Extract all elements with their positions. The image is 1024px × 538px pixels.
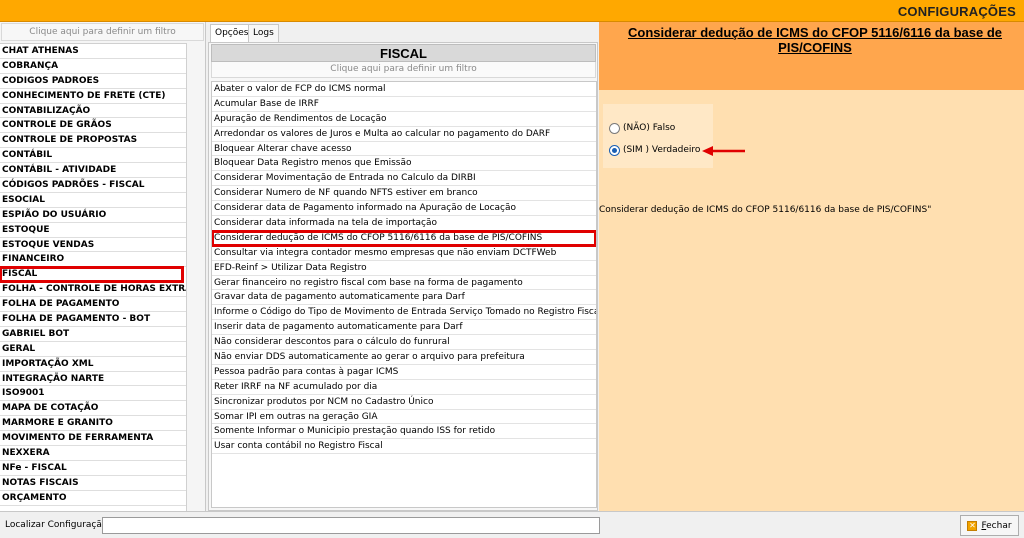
category-item[interactable]: INTEGRAÇÃO NARTE xyxy=(0,372,186,387)
footer-bar: Localizar Configuração: ✕ Fechar xyxy=(0,511,1024,538)
close-icon: ✕ xyxy=(967,520,978,531)
option-item[interactable]: Acumular Base de IRRF xyxy=(212,97,596,112)
detail-title: Considerar dedução de ICMS do CFOP 5116/… xyxy=(627,25,1002,55)
category-item[interactable]: IMPORTAÇÃO XML xyxy=(0,357,186,372)
category-item[interactable]: FOLHA - CONTROLE DE HORAS EXTRAS xyxy=(0,282,186,298)
category-item[interactable]: CONHECIMENTO DE FRETE (CTE) xyxy=(0,89,186,104)
close-button[interactable]: ✕ Fechar xyxy=(960,515,1019,536)
category-item[interactable]: MARMORE E GRANITO xyxy=(0,416,186,432)
option-item[interactable]: Somente Informar o Municipio prestação q… xyxy=(212,424,596,440)
category-item[interactable]: CONTÁBIL xyxy=(0,148,186,164)
option-item[interactable]: Considerar Numero de NF quando NFTS esti… xyxy=(212,186,596,202)
options-panel: FISCAL Clique aqui para definir um filtr… xyxy=(208,42,598,511)
options-filter[interactable]: Clique aqui para definir um filtro xyxy=(211,62,596,78)
option-item[interactable]: Não considerar descontos para o cálculo … xyxy=(212,335,596,351)
option-item[interactable]: Somar IPI em outras na geração GIA xyxy=(212,410,596,425)
option-item[interactable]: Inserir data de pagamento automaticament… xyxy=(212,320,596,336)
category-item[interactable]: CHAT ATHENAS xyxy=(0,44,186,59)
option-item[interactable]: Reter IRRF na NF acumulado por dia xyxy=(212,380,596,395)
radio-true-label: (SIM ) Verdadeiro xyxy=(623,145,701,155)
detail-panel: Considerar dedução de ICMS do CFOP 5116/… xyxy=(599,22,1024,511)
detail-header: Considerar dedução de ICMS do CFOP 5116/… xyxy=(599,22,1024,90)
option-item[interactable]: EFD-Reinf > Utilizar Data Registro xyxy=(212,261,596,276)
category-item[interactable]: ESTOQUE VENDAS xyxy=(0,238,186,253)
radio-false[interactable]: (NÃO) Falso xyxy=(609,121,675,135)
close-button-label: Fechar xyxy=(981,521,1011,531)
category-item[interactable]: MOVIMENTO DE FERRAMENTA xyxy=(0,431,186,447)
option-item[interactable]: Arredondar os valores de Juros e Multa a… xyxy=(212,127,596,142)
option-item[interactable]: Bloquear Alterar chave acesso xyxy=(212,142,596,157)
option-item[interactable]: Pessoa padrão para contas à pagar ICMS xyxy=(212,365,596,380)
category-item[interactable]: FISCAL xyxy=(0,266,184,284)
search-config-input[interactable] xyxy=(102,517,600,534)
category-item[interactable]: CONTROLE DE PROPOSTAS xyxy=(0,133,186,149)
category-item[interactable]: CONTROLE DE GRÃOS xyxy=(0,118,186,134)
search-label: Localizar Configuração: xyxy=(5,520,111,530)
window-title: CONFIGURAÇÕES xyxy=(897,4,1016,19)
category-item[interactable]: FINANCEIRO xyxy=(0,252,186,268)
option-item[interactable]: Considerar dedução de ICMS do CFOP 5116/… xyxy=(212,229,596,247)
option-item[interactable]: Considerar data de Pagamento informado n… xyxy=(212,201,596,217)
category-item[interactable]: FOLHA DE PAGAMENTO xyxy=(0,297,186,313)
category-item[interactable]: ESPIÃO DO USUÁRIO xyxy=(0,208,186,223)
option-item[interactable]: Sincronizar produtos por NCM no Cadastro… xyxy=(212,395,596,410)
option-item[interactable]: Usar conta contábil no Registro Fiscal xyxy=(212,439,596,455)
category-item[interactable]: MAPA DE COTAÇÃO xyxy=(0,401,186,417)
option-item[interactable]: Apuração de Rendimentos de Locação xyxy=(212,112,596,127)
tab-opcoes[interactable]: Opções xyxy=(210,24,254,42)
options-list[interactable]: Abater o valor de FCP do ICMS normal Acum… xyxy=(211,81,597,508)
detail-description: Considerar dedução de ICMS do CFOP 5116/… xyxy=(599,205,932,215)
radio-selected-icon xyxy=(609,144,620,156)
title-bar: CONFIGURAÇÕES xyxy=(0,0,1024,22)
category-item[interactable]: CONTABILIZAÇÃO xyxy=(0,104,186,119)
category-item[interactable]: CONTÁBIL - ATIVIDADE xyxy=(0,163,186,179)
category-panel: Clique aqui para definir um filtro CHAT … xyxy=(0,22,206,511)
close-label-rest: echar xyxy=(986,520,1012,531)
category-item[interactable]: ESOCIAL xyxy=(0,193,186,208)
value-radio-group: (NÃO) Falso (SIM ) Verdadeiro xyxy=(603,104,713,168)
options-header: FISCAL xyxy=(211,44,596,62)
option-item[interactable]: Gerar financeiro no registro fiscal com … xyxy=(212,276,596,291)
category-item[interactable]: CÓDIGOS PADRÕES - FISCAL xyxy=(0,178,186,193)
category-list[interactable]: CHAT ATHENAS COBRANÇA CODIGOS PADROES CONHE… xyxy=(0,43,187,511)
option-item[interactable]: Informe o Código do Tipo de Movimento de… xyxy=(212,305,596,321)
category-item[interactable]: COBRANÇA xyxy=(0,59,186,74)
category-item[interactable]: NOTAS FISCAIS xyxy=(0,476,186,491)
option-item[interactable]: Considerar Movimentação de Entrada no Ca… xyxy=(212,171,596,187)
category-item[interactable]: NEXXERA xyxy=(0,446,186,461)
option-item[interactable]: Bloquear Data Registro menos que Emissão xyxy=(212,156,596,172)
option-item[interactable]: Abater o valor de FCP do ICMS normal xyxy=(212,82,596,97)
arrow-icon xyxy=(702,146,745,156)
radio-true[interactable]: (SIM ) Verdadeiro xyxy=(609,143,700,157)
category-filter[interactable]: Clique aqui para definir um filtro xyxy=(1,23,204,41)
option-item[interactable]: Gravar data de pagamento automaticamente… xyxy=(212,290,596,306)
radio-false-label: (NÃO) Falso xyxy=(623,123,676,133)
option-item[interactable]: Consultar via integra contador mesmo emp… xyxy=(212,246,596,261)
category-item[interactable]: GERAL xyxy=(0,342,186,357)
tab-logs[interactable]: Logs xyxy=(248,24,279,42)
radio-circle-icon xyxy=(609,122,620,134)
category-item[interactable]: FOLHA DE PAGAMENTO - BOT xyxy=(0,312,186,327)
category-item[interactable]: ISO9001 xyxy=(0,386,186,402)
category-item[interactable]: ORÇAMENTO xyxy=(0,491,186,506)
category-item[interactable]: GABRIEL BOT xyxy=(0,327,186,342)
option-item[interactable]: Não enviar DDS automaticamente ao gerar … xyxy=(212,350,596,365)
category-item[interactable]: CODIGOS PADROES xyxy=(0,74,186,89)
option-item[interactable]: Considerar data informada na tela de imp… xyxy=(212,216,596,231)
category-item[interactable]: NFe - FISCAL xyxy=(0,461,186,476)
category-item[interactable]: ESTOQUE xyxy=(0,223,186,238)
